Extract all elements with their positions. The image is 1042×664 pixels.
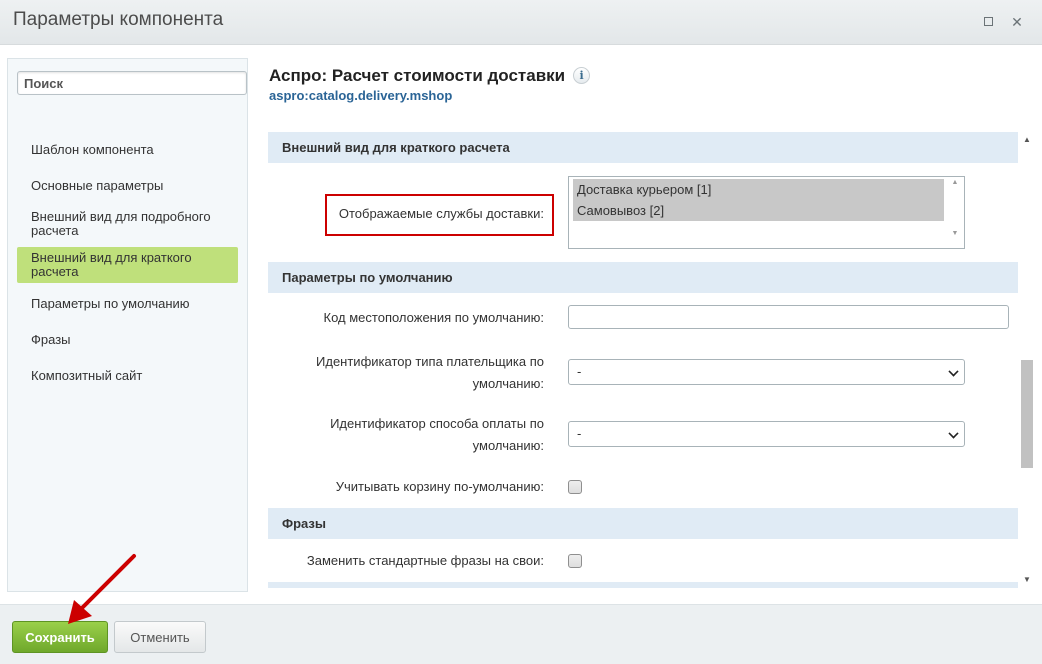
section-short-view: Внешний вид для краткого расчета xyxy=(268,132,1018,163)
section-phrases: Фразы xyxy=(268,508,1018,539)
component-title: Аспро: Расчет стоимости доставки xyxy=(269,66,566,85)
component-header: Аспро: Расчет стоимости доставки i aspro:… xyxy=(269,66,591,103)
chevron-down-icon[interactable]: ▼ xyxy=(1023,575,1031,584)
payer-type-select[interactable]: - xyxy=(568,359,965,385)
search-input[interactable] xyxy=(17,71,247,95)
chevron-down-icon xyxy=(948,366,959,377)
delivery-services-listbox[interactable]: Доставка курьером [1] Самовывоз [2] ▲ ▼ xyxy=(568,176,965,249)
annotation-arrow-icon xyxy=(68,554,136,624)
list-option[interactable]: Самовывоз [2] xyxy=(573,200,944,221)
chevron-down-icon xyxy=(948,428,959,439)
maximize-icon[interactable] xyxy=(977,11,999,33)
panel-scrollbar[interactable]: ▲ ▼ xyxy=(1020,132,1034,588)
dialog-title: Параметры компонента xyxy=(13,9,224,30)
list-option[interactable]: Доставка курьером [1] xyxy=(573,179,944,200)
delivery-services-label: Отображаемые службы доставки: xyxy=(338,206,544,221)
chevron-up-icon[interactable]: ▲ xyxy=(1023,135,1031,144)
sidebar-item-composite[interactable]: Композитный сайт xyxy=(17,367,238,385)
chevron-down-icon[interactable]: ▼ xyxy=(948,230,962,237)
payment-system-label: Идентификатор способа оплаты по умолчани… xyxy=(330,416,544,453)
section-defaults: Параметры по умолчанию xyxy=(268,262,1018,293)
close-icon[interactable]: ✕ xyxy=(1006,11,1028,33)
component-code: aspro:catalog.delivery.mshop xyxy=(269,88,453,103)
dialog-footer: Сохранить Отменить xyxy=(0,604,1042,664)
replace-phrases-checkbox[interactable] xyxy=(568,554,582,568)
sidebar-item-detail-view[interactable]: Внешний вид для подробного расчета xyxy=(17,208,238,240)
chevron-up-icon[interactable]: ▲ xyxy=(948,179,962,186)
basket-checkbox[interactable] xyxy=(568,480,582,494)
sidebar-item-main-params[interactable]: Основные параметры xyxy=(17,177,238,195)
payment-system-select[interactable]: - xyxy=(568,421,965,447)
payer-type-label: Идентификатор типа плательщика по умолча… xyxy=(316,354,544,391)
sidebar-item-defaults[interactable]: Параметры по умолчанию xyxy=(17,295,238,313)
listbox-scrollbar[interactable]: ▲ ▼ xyxy=(948,179,962,246)
sidebar-item-short-view[interactable]: Внешний вид для краткого расчета xyxy=(17,247,238,283)
section-composite-partial xyxy=(268,582,1018,588)
location-label: Код местоположения по умолчанию: xyxy=(323,310,544,325)
params-panel: Внешний вид для краткого расчета Отображ… xyxy=(268,132,1034,588)
location-input[interactable] xyxy=(568,305,1009,329)
info-icon[interactable]: i xyxy=(573,67,591,84)
sidebar: Шаблон компонента Основные параметры Вне… xyxy=(7,58,248,592)
replace-phrases-label: Заменить стандартные фразы на свои: xyxy=(306,553,544,568)
sidebar-item-template[interactable]: Шаблон компонента xyxy=(17,141,238,159)
dialog-titlebar: Параметры компонента ✕ xyxy=(0,0,1042,45)
scrollbar-thumb[interactable] xyxy=(1021,360,1033,468)
basket-label: Учитывать корзину по-умолчанию: xyxy=(335,479,544,494)
sidebar-item-phrases[interactable]: Фразы xyxy=(17,331,238,349)
